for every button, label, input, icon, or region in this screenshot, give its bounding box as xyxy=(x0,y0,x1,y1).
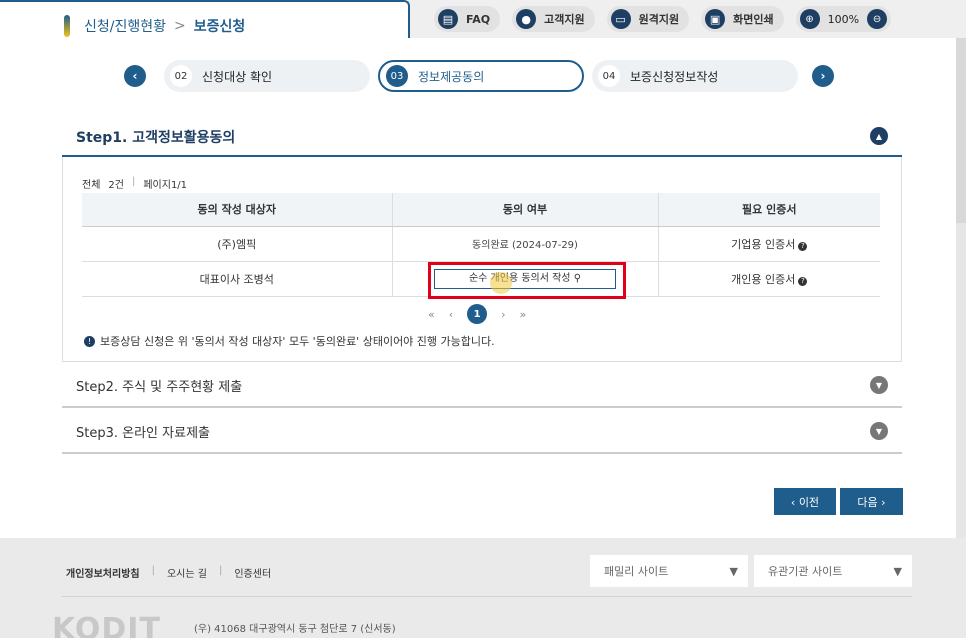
pagination: « ‹ 1 › » xyxy=(428,304,526,324)
person-icon: ● xyxy=(516,9,537,29)
table-row: (주)엠픽 동의완료 (2024-07-29) 기업용 인증서? xyxy=(82,226,880,262)
page-number[interactable]: 1 xyxy=(467,304,488,324)
step-02[interactable]: 02 신청대상 확인 xyxy=(164,60,370,92)
step-label: 신청대상 확인 xyxy=(202,69,273,84)
column-header: 동의 여부 xyxy=(392,193,659,227)
step-04[interactable]: 04 보증신청정보작성 xyxy=(592,60,798,92)
related-site-select[interactable]: 유관기관 사이트 ▼ xyxy=(754,555,912,587)
step3-header[interactable]: Step3. 온라인 자료제출 ▼ xyxy=(62,408,902,454)
cert-label: 기업용 인증서 xyxy=(731,237,796,251)
first-page-button[interactable]: « xyxy=(428,308,435,321)
notice: ! 보증상담 신청은 위 '동의서 작성 대상자' 모두 '동의완료' 상태이어… xyxy=(84,333,495,349)
family-site-select[interactable]: 패밀리 사이트 ▼ xyxy=(590,555,748,587)
cert-label: 개인용 인증서 xyxy=(731,272,796,286)
stepper-prev-button[interactable]: ‹ xyxy=(124,65,146,87)
chevron-down-icon: ▼ xyxy=(729,564,738,578)
highlight-box xyxy=(428,262,626,299)
page-scrollbar[interactable] xyxy=(956,38,966,223)
total-label: 전체 xyxy=(82,180,101,191)
footer-divider xyxy=(62,596,912,597)
prev-button[interactable]: ‹ 이전 xyxy=(774,488,836,515)
status-text: 동의완료 (2024-07-29) xyxy=(472,240,578,251)
directions-link[interactable]: 오시는 길 xyxy=(167,565,207,580)
step-number: 03 xyxy=(386,65,408,87)
link-divider: | xyxy=(151,565,155,576)
cursor-highlight xyxy=(490,272,512,294)
breadcrumb-accent-bar xyxy=(64,15,70,37)
step2-title: Step2. 주식 및 주주현황 제출 xyxy=(76,380,243,395)
zoom-in-icon[interactable]: ⊕ xyxy=(799,9,820,29)
required-cert: 기업용 인증서? xyxy=(658,226,880,262)
printer-icon: ▣ xyxy=(705,9,726,29)
consent-target: (주)엠픽 xyxy=(82,226,393,262)
column-header: 필요 인증서 xyxy=(658,193,880,227)
monitor-icon: ▭ xyxy=(610,9,631,29)
step1-title: Step1. 고객정보활용동의 xyxy=(76,130,236,146)
last-page-button[interactable]: » xyxy=(520,308,527,321)
step-03[interactable]: 03 정보제공동의 xyxy=(378,60,584,92)
customer-support-label: 고객지원 xyxy=(544,13,585,26)
step3-title: Step3. 온라인 자료제출 xyxy=(76,426,210,441)
expand-icon[interactable]: ▼ xyxy=(870,422,888,440)
family-site-label: 패밀리 사이트 xyxy=(604,565,669,578)
step1-header[interactable]: Step1. 고객정보활용동의 ▲ xyxy=(62,115,902,157)
question-icon[interactable]: ? xyxy=(798,241,808,251)
stepper-next-button[interactable]: › xyxy=(812,65,834,87)
related-site-label: 유관기관 사이트 xyxy=(768,565,843,578)
utility-toolbar: ▤ FAQ ● 고객지원 ▭ 원격지원 ▣ 화면인쇄 ⊕ 100% ⊖ xyxy=(434,6,892,32)
required-cert: 개인용 인증서? xyxy=(658,261,880,297)
question-icon[interactable]: ? xyxy=(798,276,808,286)
footer-address: (우) 41068 대구광역시 동구 첨단로 7 (신서동) xyxy=(194,624,396,635)
expand-icon[interactable]: ▼ xyxy=(870,376,888,394)
step-label: 정보제공동의 xyxy=(418,69,485,84)
kodit-logo: KODIT xyxy=(52,612,161,638)
faq-button[interactable]: ▤ FAQ xyxy=(434,6,501,32)
zoom-control: ⊕ 100% ⊖ xyxy=(795,6,892,32)
print-button[interactable]: ▣ 화면인쇄 xyxy=(701,6,784,32)
step-label: 보증신청정보작성 xyxy=(630,69,719,84)
table-header-row: 동의 작성 대상자 동의 여부 필요 인증서 xyxy=(82,193,880,227)
progress-stepper: ‹ 02 신청대상 확인 03 정보제공동의 04 보증신청정보작성 › xyxy=(124,60,836,92)
customer-support-button[interactable]: ● 고객지원 xyxy=(512,6,595,32)
total-count: 2건 xyxy=(108,180,124,191)
breadcrumb-current: 보증신청 xyxy=(193,19,246,35)
chat-icon: ▤ xyxy=(438,9,458,29)
remote-support-button[interactable]: ▭ 원격지원 xyxy=(606,6,690,32)
step-number: 02 xyxy=(170,65,192,87)
footer-links: 개인정보처리방침 | 오시는 길 | 인증센터 xyxy=(66,565,271,580)
zoom-level: 100% xyxy=(827,12,860,26)
next-page-button[interactable]: › xyxy=(501,308,505,321)
collapse-icon[interactable]: ▲ xyxy=(870,127,888,145)
count-divider: | xyxy=(131,176,136,187)
column-header: 동의 작성 대상자 xyxy=(82,193,393,227)
link-divider: | xyxy=(218,565,223,576)
faq-label: FAQ xyxy=(466,12,491,26)
next-button[interactable]: 다음 › xyxy=(840,488,903,515)
page-info: 페이지1/1 xyxy=(143,180,188,191)
step-number: 04 xyxy=(598,65,620,87)
chevron-down-icon: ▼ xyxy=(893,564,902,578)
consent-target: 대표이사 조병석 xyxy=(82,261,393,297)
result-count: 전체 2건 | 페이지1/1 xyxy=(82,176,187,191)
info-icon: ! xyxy=(84,335,95,347)
remote-support-label: 원격지원 xyxy=(638,13,680,26)
consent-status: 동의완료 (2024-07-29) xyxy=(392,226,659,262)
print-label: 화면인쇄 xyxy=(733,13,774,26)
cert-center-link[interactable]: 인증센터 xyxy=(234,565,271,580)
zoom-out-icon[interactable]: ⊖ xyxy=(867,9,888,29)
breadcrumb-parent[interactable]: 신청/진행현황 xyxy=(84,16,166,36)
notice-text: 보증상담 신청은 위 '동의서 작성 대상자' 모두 '동의완료' 상태이어야 … xyxy=(100,335,495,348)
step2-header[interactable]: Step2. 주식 및 주주현황 제출 ▼ xyxy=(62,362,902,408)
prev-page-button[interactable]: ‹ xyxy=(449,308,453,321)
breadcrumb-separator: > xyxy=(174,18,186,34)
privacy-policy-link[interactable]: 개인정보처리방침 xyxy=(66,565,140,580)
